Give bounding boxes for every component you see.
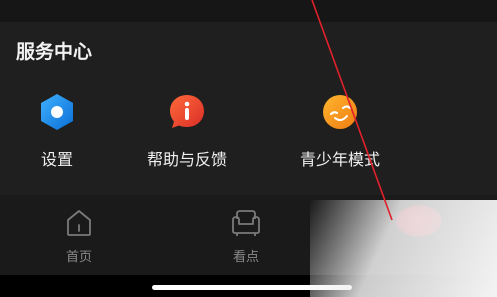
teen-mode-button[interactable]: 青少年模式 bbox=[280, 92, 400, 172]
nav-look-label: 看点 bbox=[232, 250, 259, 265]
settings-hexagon-icon bbox=[41, 94, 73, 130]
help-feedback-button[interactable]: 帮助与反馈 bbox=[127, 92, 247, 172]
nav-home-label: 首页 bbox=[65, 250, 92, 265]
service-center-card: 服务中心 设置 帮助与反馈 青少年模式 bbox=[0, 22, 497, 195]
top-strip bbox=[0, 0, 497, 22]
nav-item-home[interactable]: 首页 bbox=[39, 205, 119, 265]
section-title: 服务中心 bbox=[16, 41, 93, 63]
home-icon bbox=[67, 210, 91, 236]
nav-item-look[interactable]: 看点 bbox=[206, 205, 286, 265]
settings-button[interactable]: 设置 bbox=[0, 92, 117, 172]
teen-mode-face-icon bbox=[323, 95, 357, 129]
help-feedback-label: 帮助与反馈 bbox=[146, 150, 227, 169]
sofa-icon bbox=[232, 210, 260, 236]
help-info-bubble-icon bbox=[170, 95, 204, 128]
settings-label: 设置 bbox=[40, 150, 73, 169]
teen-mode-label: 青少年模式 bbox=[299, 150, 380, 169]
watermark-overlay bbox=[310, 200, 497, 297]
